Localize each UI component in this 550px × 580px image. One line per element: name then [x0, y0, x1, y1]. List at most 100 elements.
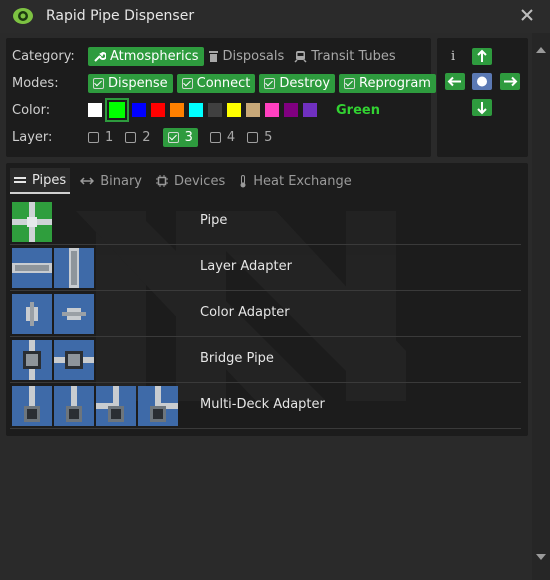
- color-swatch[interactable]: [170, 103, 184, 117]
- layer-row: Layer: 1 2 3 4 5: [12, 126, 284, 148]
- layer-2-checkbox[interactable]: 2: [125, 129, 151, 145]
- tab-pipes-label: Pipes: [32, 172, 67, 188]
- tab-pipes[interactable]: Pipes: [10, 168, 71, 194]
- center-dot-icon[interactable]: [472, 73, 492, 90]
- checkbox-checked-icon: [344, 77, 356, 89]
- multi-deck-adapter-icon: [96, 386, 136, 426]
- layer-3-label: 3: [184, 129, 193, 145]
- arrow-right-icon[interactable]: [500, 73, 520, 90]
- category-atmospherics-label: Atmospherics: [110, 48, 199, 64]
- color-swatch[interactable]: [265, 103, 279, 117]
- info-icon[interactable]: i: [451, 49, 455, 64]
- mode-reprogram-toggle[interactable]: Reprogram: [339, 73, 436, 93]
- checkbox-checked-icon: [167, 131, 179, 143]
- layer-2-label: 2: [142, 129, 151, 145]
- category-label: Category:: [12, 48, 75, 64]
- layer-4-checkbox[interactable]: 4: [209, 129, 236, 145]
- category-transit-tubes-label: Transit Tubes: [311, 48, 396, 64]
- list-item-multi-deck-adapter[interactable]: Multi-Deck Adapter: [10, 383, 521, 429]
- selected-color-name: Green: [336, 102, 380, 118]
- color-swatch[interactable]: [105, 98, 129, 122]
- mode-connect-toggle[interactable]: Connect: [176, 73, 256, 93]
- category-disposals-label: Disposals: [222, 48, 285, 64]
- color-swatch[interactable]: [208, 103, 222, 117]
- multi-deck-adapter-icon: [138, 386, 178, 426]
- layer-adapter-horizontal-icon: [12, 248, 52, 288]
- category-disposals-button[interactable]: Disposals: [208, 48, 285, 64]
- layer-4-label: 4: [226, 129, 236, 145]
- modes-label: Modes:: [12, 75, 59, 91]
- pipes-icon: [14, 177, 26, 183]
- layer-5-label: 5: [264, 129, 273, 145]
- multi-deck-adapter-icon: [54, 386, 94, 426]
- color-swatch[interactable]: [227, 103, 241, 117]
- color-label: Color:: [12, 102, 51, 118]
- arrow-left-icon[interactable]: [445, 73, 465, 90]
- scroll-down-icon[interactable]: [536, 554, 546, 560]
- scrollbar[interactable]: [532, 33, 550, 580]
- color-row: Color: Green: [12, 98, 380, 122]
- category-atmospherics-button[interactable]: Atmospherics: [88, 46, 204, 66]
- color-swatch-list: [88, 98, 322, 122]
- train-icon: [294, 50, 307, 63]
- list-item-label: Multi-Deck Adapter: [200, 397, 325, 412]
- tab-heat-exchange[interactable]: Heat Exchange: [235, 168, 356, 194]
- list-item-label: Pipe: [200, 213, 228, 228]
- checkbox-unchecked-icon: [247, 131, 259, 143]
- mode-reprogram-label: Reprogram: [359, 75, 431, 91]
- color-adapter-horizontal-icon: [54, 294, 94, 334]
- checkbox-checked-icon: [264, 77, 276, 89]
- color-swatch[interactable]: [88, 103, 102, 117]
- eye-icon: [13, 8, 33, 24]
- list-item-pipe[interactable]: Pipe: [10, 199, 521, 245]
- close-icon[interactable]: [518, 6, 536, 24]
- direction-panel: i: [437, 38, 528, 157]
- tab-devices-label: Devices: [173, 173, 226, 189]
- thermometer-icon: [240, 174, 246, 187]
- category-row: Category: Atmospherics Disposals Transit…: [12, 45, 406, 67]
- checkbox-unchecked-icon: [125, 131, 137, 143]
- title-bar: Rapid Pipe Dispenser: [0, 0, 550, 33]
- tab-devices[interactable]: Devices: [152, 168, 229, 194]
- bridge-pipe-horizontal-icon: [54, 340, 94, 380]
- color-swatch[interactable]: [132, 103, 146, 117]
- arrow-up-icon[interactable]: [472, 48, 492, 65]
- checkbox-checked-icon: [181, 77, 193, 89]
- list-item-label: Layer Adapter: [200, 259, 292, 274]
- tab-bar: Pipes Binary Devices Heat Exchange: [6, 167, 528, 195]
- color-swatch[interactable]: [303, 103, 317, 117]
- color-swatch[interactable]: [246, 103, 260, 117]
- list-item-label: Color Adapter: [200, 305, 290, 320]
- checkbox-unchecked-icon: [88, 131, 99, 143]
- mode-dispense-toggle[interactable]: Dispense: [88, 73, 173, 93]
- modes-row: Modes: Dispense Connect Destroy Reprogra…: [12, 72, 440, 94]
- scroll-up-icon[interactable]: [536, 47, 546, 53]
- layer-1-checkbox[interactable]: 1: [88, 130, 113, 145]
- double-arrow-icon: [80, 177, 95, 185]
- layer-3-checkbox[interactable]: 3: [162, 127, 198, 147]
- wrench-icon: [94, 51, 106, 62]
- color-swatch[interactable]: [284, 103, 298, 117]
- list-item-bridge-pipe[interactable]: Bridge Pipe: [10, 337, 521, 383]
- arrow-down-icon[interactable]: [472, 99, 492, 116]
- pipe-list-panel: Pipes Binary Devices Heat Exchange Pipe …: [6, 163, 528, 436]
- multi-deck-adapter-icon: [12, 386, 52, 426]
- checkbox-unchecked-icon: [209, 131, 221, 143]
- checkbox-checked-icon: [93, 77, 104, 89]
- list-item-label: Bridge Pipe: [200, 351, 274, 366]
- mode-dispense-label: Dispense: [108, 75, 168, 91]
- list-item-color-adapter[interactable]: Color Adapter: [10, 291, 521, 337]
- window-title: Rapid Pipe Dispenser: [46, 8, 195, 24]
- mode-destroy-toggle[interactable]: Destroy: [259, 73, 336, 93]
- chip-icon: [155, 175, 168, 187]
- list-item-layer-adapter[interactable]: Layer Adapter: [10, 245, 521, 291]
- trash-icon: [208, 50, 218, 62]
- layer-5-checkbox[interactable]: 5: [247, 130, 272, 145]
- color-swatch[interactable]: [189, 103, 203, 117]
- category-transit-tubes-button[interactable]: Transit Tubes: [294, 48, 396, 64]
- layer-label: Layer:: [12, 129, 53, 145]
- color-adapter-vertical-icon: [12, 294, 52, 334]
- tab-binary[interactable]: Binary: [76, 168, 146, 194]
- color-swatch[interactable]: [151, 103, 165, 117]
- bridge-pipe-vertical-icon: [12, 340, 52, 380]
